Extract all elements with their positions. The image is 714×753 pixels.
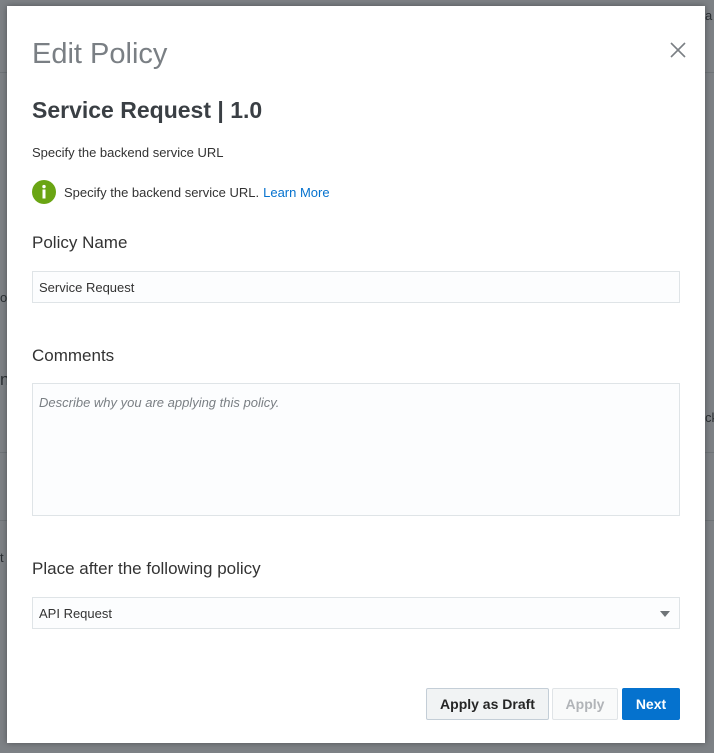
place-after-label: Place after the following policy <box>32 559 261 578</box>
background-text: a <box>705 8 713 23</box>
apply-button[interactable]: Apply <box>552 688 618 720</box>
policy-description: Specify the backend service URL <box>32 145 224 160</box>
info-message: Specify the backend service URL. Learn M… <box>32 180 330 204</box>
info-text: Specify the backend service URL. <box>64 184 260 200</box>
comments-label: Comments <box>32 346 115 365</box>
policy-subtitle: Service Request | 1.0 <box>32 97 263 123</box>
background-text: n <box>0 370 7 389</box>
place-after-select[interactable]: API Request <box>32 597 680 629</box>
close-button[interactable] <box>668 40 688 60</box>
comments-textarea[interactable] <box>32 383 680 516</box>
info-icon <box>32 180 56 204</box>
apply-as-draft-button[interactable]: Apply as Draft <box>426 688 549 720</box>
background-text: o <box>0 290 7 305</box>
dialog-title: Edit Policy <box>32 38 168 70</box>
edit-policy-dialog: Edit Policy Service Request | 1.0 Specif… <box>7 6 705 743</box>
place-after-selected-value: API Request <box>39 605 112 621</box>
close-icon <box>670 42 686 58</box>
learn-more-link[interactable]: Learn More <box>263 185 329 200</box>
policy-name-input[interactable] <box>32 271 680 303</box>
next-button[interactable]: Next <box>622 688 680 720</box>
chevron-down-icon <box>660 611 670 617</box>
background-text: t <box>0 550 4 565</box>
policy-name-label: Policy Name <box>32 233 128 252</box>
background-text: ck <box>705 410 714 425</box>
